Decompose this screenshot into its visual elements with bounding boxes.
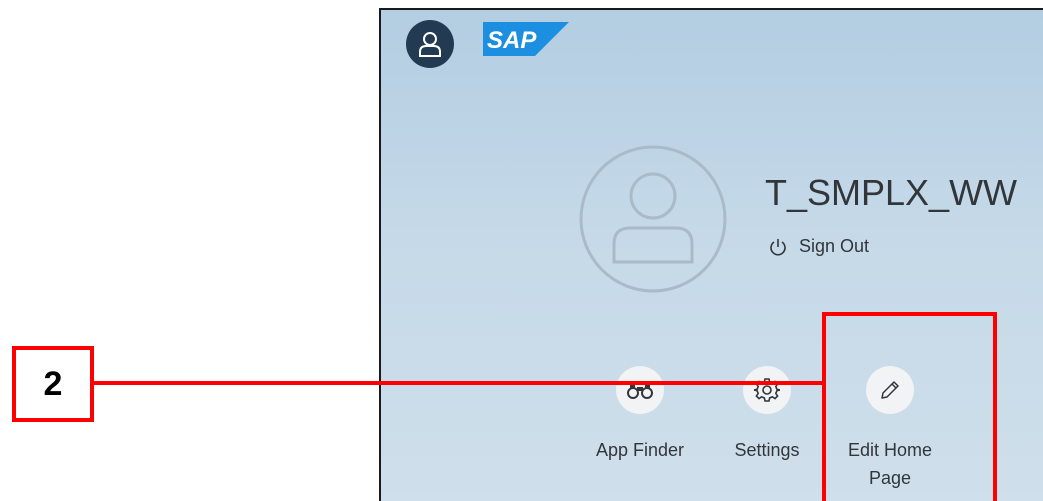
screenshot-stage: SAP T_SMPLX_WW Sign Out App Finder Setti… xyxy=(0,0,1043,501)
callout-connector-line xyxy=(94,381,824,385)
user-avatar-button[interactable] xyxy=(406,20,454,68)
settings-circle xyxy=(743,366,791,414)
sap-logo[interactable]: SAP xyxy=(483,22,569,56)
sign-out-button[interactable]: Sign Out xyxy=(769,236,869,257)
user-icon xyxy=(419,32,441,57)
user-name: T_SMPLX_WW xyxy=(765,172,1018,213)
sap-logo-text: SAP xyxy=(487,27,537,54)
app-finder-circle xyxy=(616,366,664,414)
settings-label: Settings xyxy=(734,440,800,460)
step-number-callout: 2 xyxy=(12,346,94,422)
sign-out-label: Sign Out xyxy=(799,236,870,256)
app-finder-label: App Finder xyxy=(595,440,685,460)
power-icon xyxy=(770,238,786,255)
edit-home-page-highlight xyxy=(822,312,997,501)
user-avatar-large xyxy=(579,145,727,293)
